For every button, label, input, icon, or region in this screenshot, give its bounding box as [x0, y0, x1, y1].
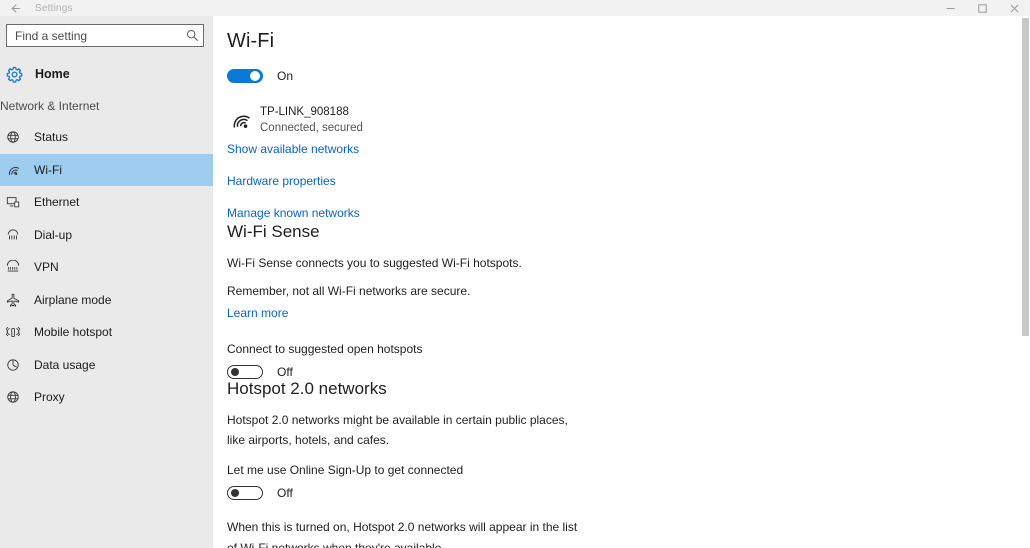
airplane-icon: [6, 293, 28, 307]
sidebar-item-label: Status: [34, 130, 69, 145]
wifi-icon: [6, 163, 28, 177]
sidebar-item-mobile-hotspot[interactable]: Mobile hotspot: [0, 316, 213, 349]
connect-hotspots-toggle-row[interactable]: Off: [227, 365, 1030, 380]
sidebar-item-airplane-mode[interactable]: Airplane mode: [0, 284, 213, 317]
search-icon[interactable]: [181, 29, 203, 42]
maximize-button[interactable]: [966, 0, 998, 16]
sidebar-item-label: VPN: [34, 260, 59, 275]
learn-more-link[interactable]: Learn more: [227, 306, 288, 320]
close-button[interactable]: [998, 0, 1030, 16]
hotspot20-note-line1: When this is turned on, Hotspot 2.0 netw…: [227, 520, 578, 535]
sidebar-item-proxy[interactable]: Proxy: [0, 381, 213, 414]
dialup-icon: [6, 228, 28, 242]
wifi-sense-title: Wi-Fi Sense: [227, 221, 320, 241]
wifi-signal-icon: [227, 110, 253, 131]
sidebar-item-data-usage[interactable]: Data usage: [0, 349, 213, 382]
network-status: Connected, secured: [260, 122, 363, 135]
title-bar: Settings: [0, 0, 1030, 16]
show-available-networks-link[interactable]: Show available networks: [227, 142, 359, 156]
mobile-hotspot-icon: [6, 325, 28, 339]
content-scrollbar[interactable]: [1021, 16, 1030, 548]
sidebar-item-ethernet[interactable]: Ethernet: [0, 186, 213, 219]
vpn-icon: [6, 260, 28, 274]
toggle-knob: [231, 368, 239, 377]
page-title: Wi-Fi: [227, 30, 275, 52]
sidebar-item-label: Proxy: [34, 390, 65, 405]
sidebar-item-label: Data usage: [34, 357, 96, 372]
data-usage-icon: [6, 358, 28, 372]
content-inner: Wi-Fi On TP-LINK_908188 Connected, secur…: [213, 16, 1030, 548]
minimize-button[interactable]: [934, 0, 966, 16]
online-signup-toggle-row[interactable]: Off: [227, 486, 1030, 501]
wifi-toggle-row[interactable]: On: [227, 69, 1030, 83]
toggle-knob: [250, 71, 260, 81]
sidebar-item-vpn[interactable]: VPN: [0, 251, 213, 284]
search-box[interactable]: [6, 24, 204, 47]
sidebar: Home Network & Internet Status: [0, 16, 213, 548]
network-text: TP-LINK_908188 Connected, secured: [260, 105, 363, 136]
sidebar-item-label: Wi-Fi: [34, 162, 62, 177]
sidebar-item-wifi[interactable]: Wi-Fi: [0, 153, 213, 186]
search-input[interactable]: [7, 28, 181, 43]
sidebar-item-status[interactable]: Status: [0, 121, 213, 154]
wifi-toggle-label: On: [277, 69, 294, 83]
sidebar-item-label: Ethernet: [34, 195, 80, 210]
manage-known-networks-link[interactable]: Manage known networks: [227, 206, 360, 220]
online-signup-toggle-label: Off: [277, 486, 293, 501]
hotspot20-desc-line1: Hotspot 2.0 networks might be available …: [227, 413, 568, 428]
sidebar-item-label: Mobile hotspot: [34, 325, 113, 340]
gear-icon: [6, 66, 28, 83]
wifi-sense-desc-1: Wi-Fi Sense connects you to suggested Wi…: [227, 255, 522, 270]
online-signup-label: Let me use Online Sign-Up to get connect…: [227, 463, 464, 478]
hotspot20-title: Hotspot 2.0 networks: [227, 379, 387, 399]
connected-network[interactable]: TP-LINK_908188 Connected, secured: [227, 105, 1030, 136]
settings-window: Settings Find a setting Home Network & I…: [0, 0, 1030, 548]
hotspot20-desc-line2: like airports, hotels, and cafes.: [227, 433, 390, 448]
sidebar-nav: Status Wi-Fi Ethernet Dial-up VPN Airpla…: [0, 121, 213, 414]
proxy-globe-icon: [6, 390, 28, 404]
ethernet-icon: [6, 195, 28, 209]
scrollbar-thumb[interactable]: [1022, 18, 1029, 336]
sidebar-item-label: Airplane mode: [34, 292, 112, 307]
status-globe-icon: [6, 130, 28, 144]
hardware-properties-link[interactable]: Hardware properties: [227, 174, 336, 188]
connect-hotspots-label: Connect to suggested open hotspots: [227, 342, 423, 357]
sidebar-item-label-home: Home: [35, 67, 70, 81]
content-pane: Wi-Fi On TP-LINK_908188 Connected, secur…: [213, 16, 1030, 548]
online-signup-toggle[interactable]: [227, 486, 263, 501]
sidebar-group-label: Network & Internet: [0, 99, 100, 113]
wifi-sense-desc-2: Remember, not all Wi-Fi networks are sec…: [227, 283, 471, 298]
connect-hotspots-toggle[interactable]: [227, 365, 263, 380]
sidebar-item-label: Dial-up: [34, 227, 73, 242]
back-button[interactable]: [0, 0, 30, 16]
sidebar-item-dial-up[interactable]: Dial-up: [0, 219, 213, 252]
hotspot20-note-line2: of Wi-Fi networks when they're available…: [227, 540, 445, 548]
toggle-knob: [231, 489, 239, 498]
wifi-toggle[interactable]: [227, 69, 263, 83]
sidebar-item-home[interactable]: Home: [0, 60, 213, 88]
connect-hotspots-toggle-label: Off: [277, 365, 293, 380]
window-title: Settings: [35, 2, 73, 14]
network-name: TP-LINK_908188: [260, 106, 349, 118]
